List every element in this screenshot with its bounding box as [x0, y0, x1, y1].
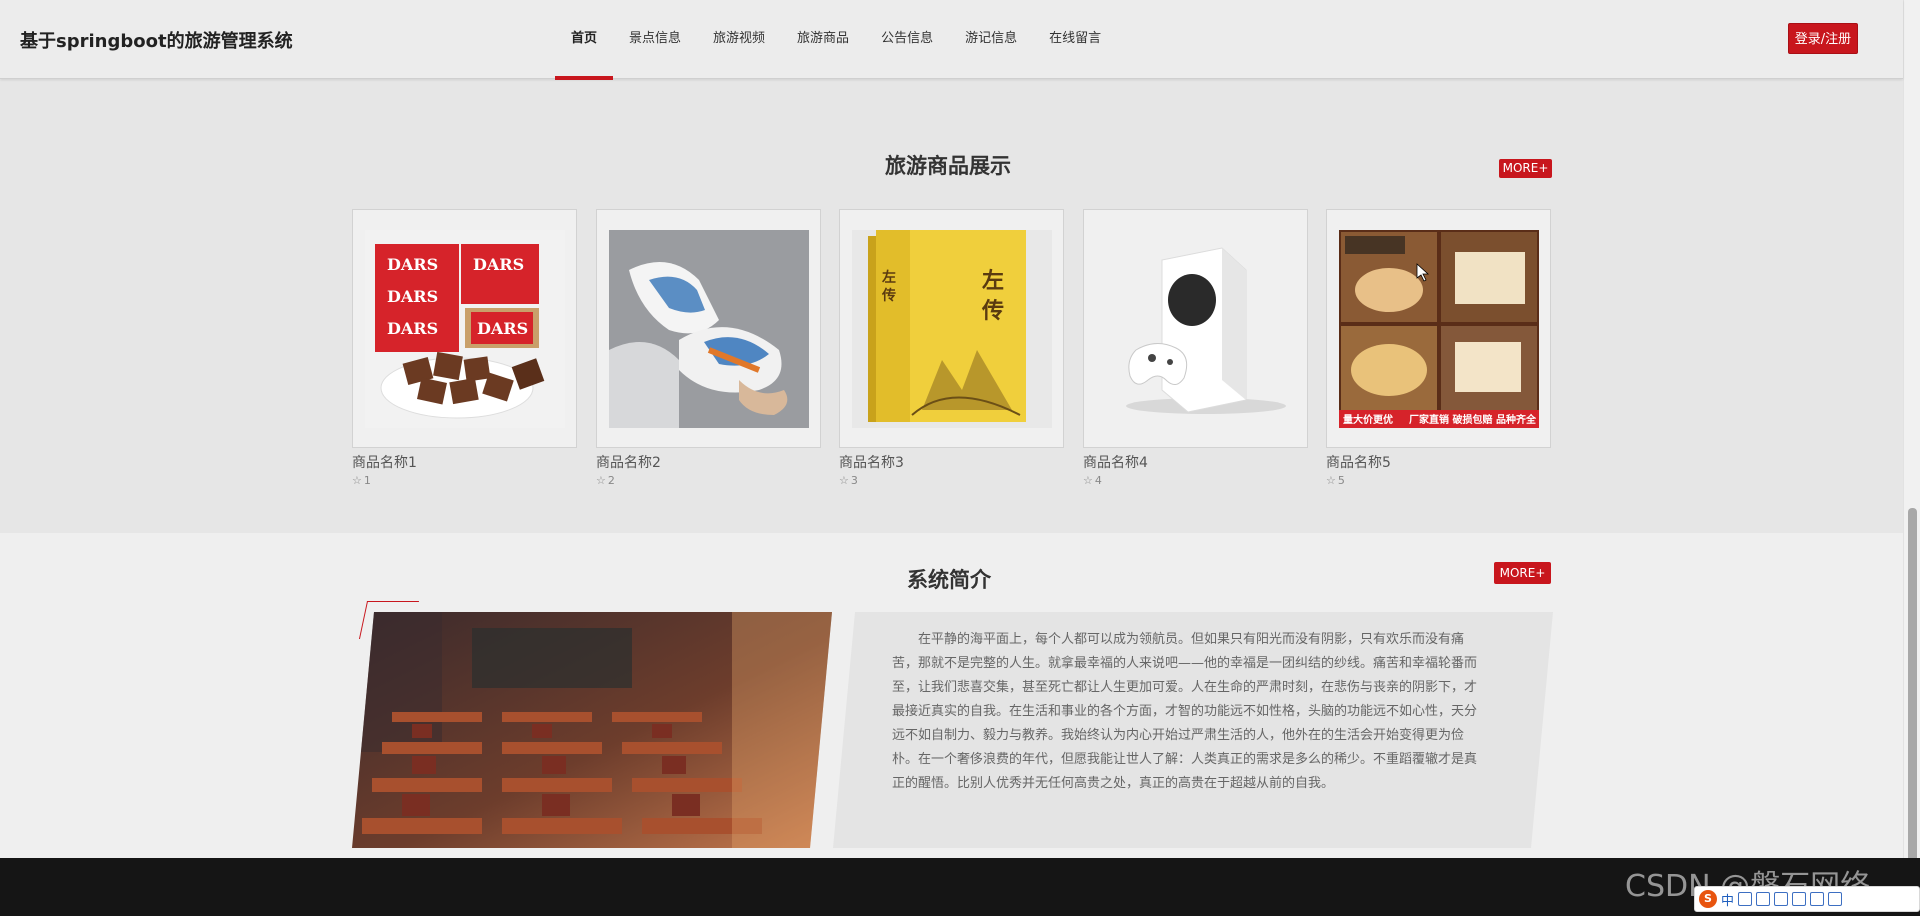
product-count: 1 [363, 474, 371, 487]
classroom-image [352, 612, 832, 848]
nav-item-products[interactable]: 旅游商品 [781, 0, 865, 79]
ime-logo-icon[interactable]: S [1699, 890, 1717, 908]
skin-icon[interactable] [1792, 892, 1807, 906]
star-outline-icon: ☆ [1083, 474, 1093, 487]
pastries-image: 量大价更优 厂家直销 破损包赔 品种齐全 [1339, 230, 1539, 428]
game-console-image [1096, 230, 1296, 428]
toolbox-icon[interactable] [1828, 892, 1843, 906]
product-name[interactable]: 商品名称2 [596, 452, 821, 472]
products-more-button[interactable]: MORE+ [1499, 159, 1552, 178]
product-rating: ☆ 5 [1326, 474, 1551, 487]
nav-item-home[interactable]: 首页 [555, 0, 614, 80]
star-outline-icon: ☆ [1326, 474, 1336, 487]
scrollbar-thumb[interactable] [1908, 508, 1917, 868]
product-name[interactable]: 商品名称5 [1326, 452, 1551, 472]
nav-item-announcements[interactable]: 公告信息 [865, 0, 949, 79]
svg-text:左: 左 [982, 268, 1004, 294]
product-count: 2 [607, 474, 615, 487]
product-rating: ☆ 1 [352, 474, 577, 487]
book-image: 左 传 左 传 [852, 230, 1052, 428]
login-register-button[interactable]: 登录/注册 [1788, 23, 1858, 54]
product-image-frame[interactable] [596, 209, 821, 448]
svg-text:左: 左 [881, 269, 896, 286]
svg-text:传: 传 [881, 287, 896, 304]
product-name[interactable]: 商品名称3 [839, 452, 1064, 472]
nav-item-travel-notes[interactable]: 游记信息 [949, 0, 1033, 79]
svg-text:DARS: DARS [387, 319, 438, 338]
nav-item-messages[interactable]: 在线留言 [1033, 0, 1117, 79]
intro-text: 在平静的海平面上，每个人都可以成为领航员。但如果只有阳光而没有阴影，只有欢乐而没… [892, 632, 1478, 791]
products-section-title: 旅游商品展示 [885, 154, 1011, 178]
product-card[interactable]: 商品名称2 ☆ 2 [596, 209, 821, 487]
product-card[interactable]: 商品名称4 ☆ 4 [1083, 209, 1308, 487]
product-card[interactable]: 量大价更优 厂家直销 破损包赔 品种齐全 商品名称5 ☆ 5 [1326, 209, 1551, 487]
product-count: 3 [850, 474, 858, 487]
sneakers-image [609, 230, 809, 428]
svg-text:DARS: DARS [473, 255, 524, 274]
svg-text:厂家直销 破损包赔 品种齐全: 厂家直销 破损包赔 品种齐全 [1409, 413, 1537, 426]
site-title[interactable]: 基于springboot的旅游管理系统 [20, 27, 293, 53]
keyboard-icon[interactable] [1774, 892, 1789, 906]
product-count: 5 [1337, 474, 1345, 487]
nav-item-videos[interactable]: 旅游视频 [697, 0, 781, 79]
svg-text:DARS: DARS [387, 255, 438, 274]
star-outline-icon: ☆ [352, 474, 362, 487]
top-header: 基于springboot的旅游管理系统 首页 景点信息 旅游视频 旅游商品 公告… [0, 0, 1903, 80]
intro-section-title: 系统简介 [907, 568, 991, 592]
product-image-frame[interactable] [1083, 209, 1308, 448]
product-rating: ☆ 2 [596, 474, 821, 487]
svg-text:DARS: DARS [477, 319, 528, 338]
punctuation-icon[interactable] [1738, 892, 1753, 906]
product-name[interactable]: 商品名称4 [1083, 452, 1308, 472]
product-rating: ☆ 4 [1083, 474, 1308, 487]
product-image-frame[interactable]: 量大价更优 厂家直销 破损包赔 品种齐全 [1326, 209, 1551, 448]
microphone-icon[interactable] [1756, 892, 1771, 906]
product-image-frame[interactable]: 左 传 左 传 [839, 209, 1064, 448]
product-rating: ☆ 3 [839, 474, 1064, 487]
main-nav: 首页 景点信息 旅游视频 旅游商品 公告信息 游记信息 在线留言 [555, 0, 1117, 80]
star-outline-icon: ☆ [839, 474, 849, 487]
svg-text:量大价更优: 量大价更优 [1343, 413, 1393, 426]
product-card[interactable]: DARS DARS DARS DARS DARS 商品名称1 ☆ 1 [352, 209, 577, 487]
emoji-icon[interactable] [1810, 892, 1825, 906]
nav-item-attractions[interactable]: 景点信息 [613, 0, 697, 79]
intro-more-button[interactable]: MORE+ [1494, 562, 1551, 584]
star-outline-icon: ☆ [596, 474, 606, 487]
product-image-frame[interactable]: DARS DARS DARS DARS DARS [352, 209, 577, 448]
ime-language-toggle[interactable]: 中 [1721, 890, 1734, 909]
product-card[interactable]: 左 传 左 传 商品名称3 ☆ 3 [839, 209, 1064, 487]
chocolate-image: DARS DARS DARS DARS DARS [365, 230, 565, 428]
svg-text:传: 传 [981, 298, 1004, 324]
ime-toolbar[interactable]: S 中 [1694, 886, 1920, 912]
product-name[interactable]: 商品名称1 [352, 452, 577, 472]
svg-text:DARS: DARS [387, 287, 438, 306]
page-scrollbar[interactable] [1903, 0, 1920, 868]
product-count: 4 [1094, 474, 1102, 487]
